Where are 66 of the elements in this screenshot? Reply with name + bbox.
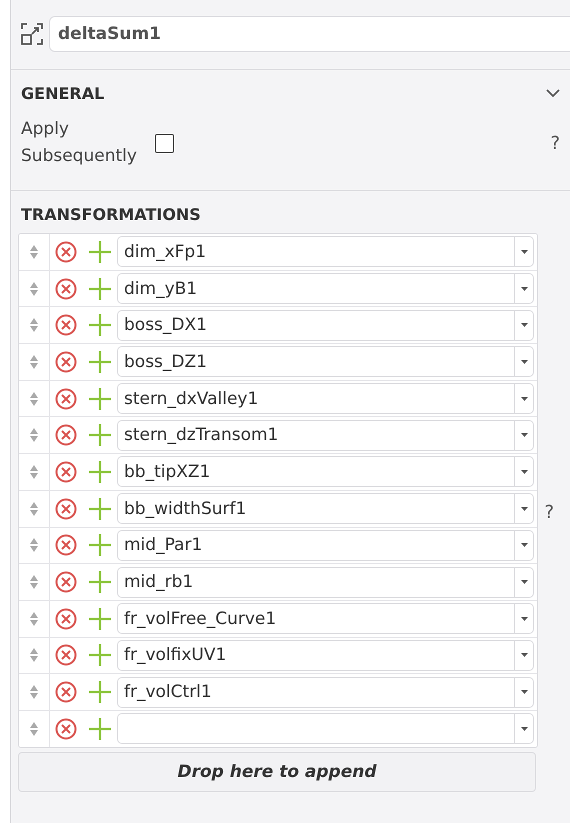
section-title: TRANSFORMATIONS <box>21 204 201 224</box>
combo-field[interactable]: bb_widthSurf1 <box>117 493 514 524</box>
sort-handle-icon[interactable] <box>30 574 38 590</box>
sort-handle-icon[interactable] <box>30 537 38 554</box>
combo-field[interactable] <box>117 713 514 744</box>
sort-handle-icon[interactable] <box>30 684 38 700</box>
combo-field[interactable]: boss_DZ1 <box>117 346 514 378</box>
remove-icon[interactable] <box>55 388 77 410</box>
checkbox[interactable] <box>155 134 174 152</box>
add-icon[interactable] <box>89 718 111 740</box>
combo-field[interactable]: dim_xFp1 <box>117 236 514 268</box>
remove-icon[interactable] <box>55 571 77 594</box>
add-icon[interactable] <box>89 681 111 704</box>
remove-icon[interactable] <box>55 534 77 556</box>
add-icon[interactable] <box>89 534 111 556</box>
remove-icon[interactable] <box>55 718 77 740</box>
remove-icon[interactable] <box>55 350 77 373</box>
remove-icon[interactable] <box>55 498 77 520</box>
add-icon[interactable] <box>89 350 111 373</box>
sort-handle-icon[interactable] <box>30 354 38 370</box>
section-title: GENERAL <box>21 84 104 102</box>
option-label: Apply Subsequently <box>21 118 138 168</box>
remove-icon[interactable] <box>55 681 77 704</box>
sort-handle-icon[interactable] <box>30 280 38 297</box>
remove-icon[interactable] <box>55 608 77 630</box>
combo-field[interactable]: dim_yB1 <box>117 273 514 304</box>
combo-field[interactable]: fr_volfixUV1 <box>117 640 514 671</box>
sort-handle-icon[interactable] <box>30 464 38 480</box>
sort-handle-icon[interactable] <box>30 647 38 664</box>
combo-field[interactable]: fr_volFree_Curve1 <box>117 603 514 634</box>
remove-icon[interactable] <box>55 314 77 336</box>
remove-icon[interactable] <box>55 240 77 263</box>
add-icon[interactable] <box>89 240 111 263</box>
combo-field[interactable]: bb_tipXZ1 <box>117 456 514 488</box>
sort-handle-icon[interactable] <box>30 317 38 334</box>
resize-icon <box>21 23 43 45</box>
add-icon[interactable] <box>89 424 111 446</box>
remove-icon[interactable] <box>55 424 77 446</box>
add-icon[interactable] <box>89 608 111 630</box>
sort-handle-icon[interactable] <box>30 390 38 407</box>
add-icon[interactable] <box>89 388 111 410</box>
add-icon[interactable] <box>89 314 111 336</box>
combo-field[interactable]: stern_dxValley1 <box>117 383 514 414</box>
name-field[interactable]: deltaSum1 <box>49 16 570 52</box>
remove-icon[interactable] <box>55 644 77 666</box>
sort-handle-icon[interactable] <box>30 610 38 627</box>
sort-handle-icon[interactable] <box>30 720 38 737</box>
add-icon[interactable] <box>89 460 111 483</box>
help-icon[interactable]: ? <box>544 502 560 523</box>
sort-handle-icon[interactable] <box>30 500 38 517</box>
combo-field[interactable]: fr_volCtrl1 <box>117 676 514 708</box>
chevron-icon[interactable] <box>546 88 560 98</box>
add-icon[interactable] <box>89 571 111 594</box>
add-icon[interactable] <box>89 278 111 300</box>
remove-icon[interactable] <box>55 460 77 483</box>
combo-field[interactable]: boss_DX1 <box>117 310 514 341</box>
combo-field[interactable]: mid_Par1 <box>117 530 514 561</box>
add-icon[interactable] <box>89 498 111 520</box>
help-icon[interactable]: ? <box>550 132 560 154</box>
combo-field[interactable]: mid_rb1 <box>117 566 514 598</box>
sort-handle-icon[interactable] <box>30 244 38 260</box>
drop-zone[interactable]: Drop here to append <box>18 752 536 792</box>
remove-icon[interactable] <box>55 278 77 300</box>
sort-handle-icon[interactable] <box>30 427 38 444</box>
combo-field[interactable]: stern_dzTransom1 <box>117 420 514 451</box>
add-icon[interactable] <box>89 644 111 666</box>
